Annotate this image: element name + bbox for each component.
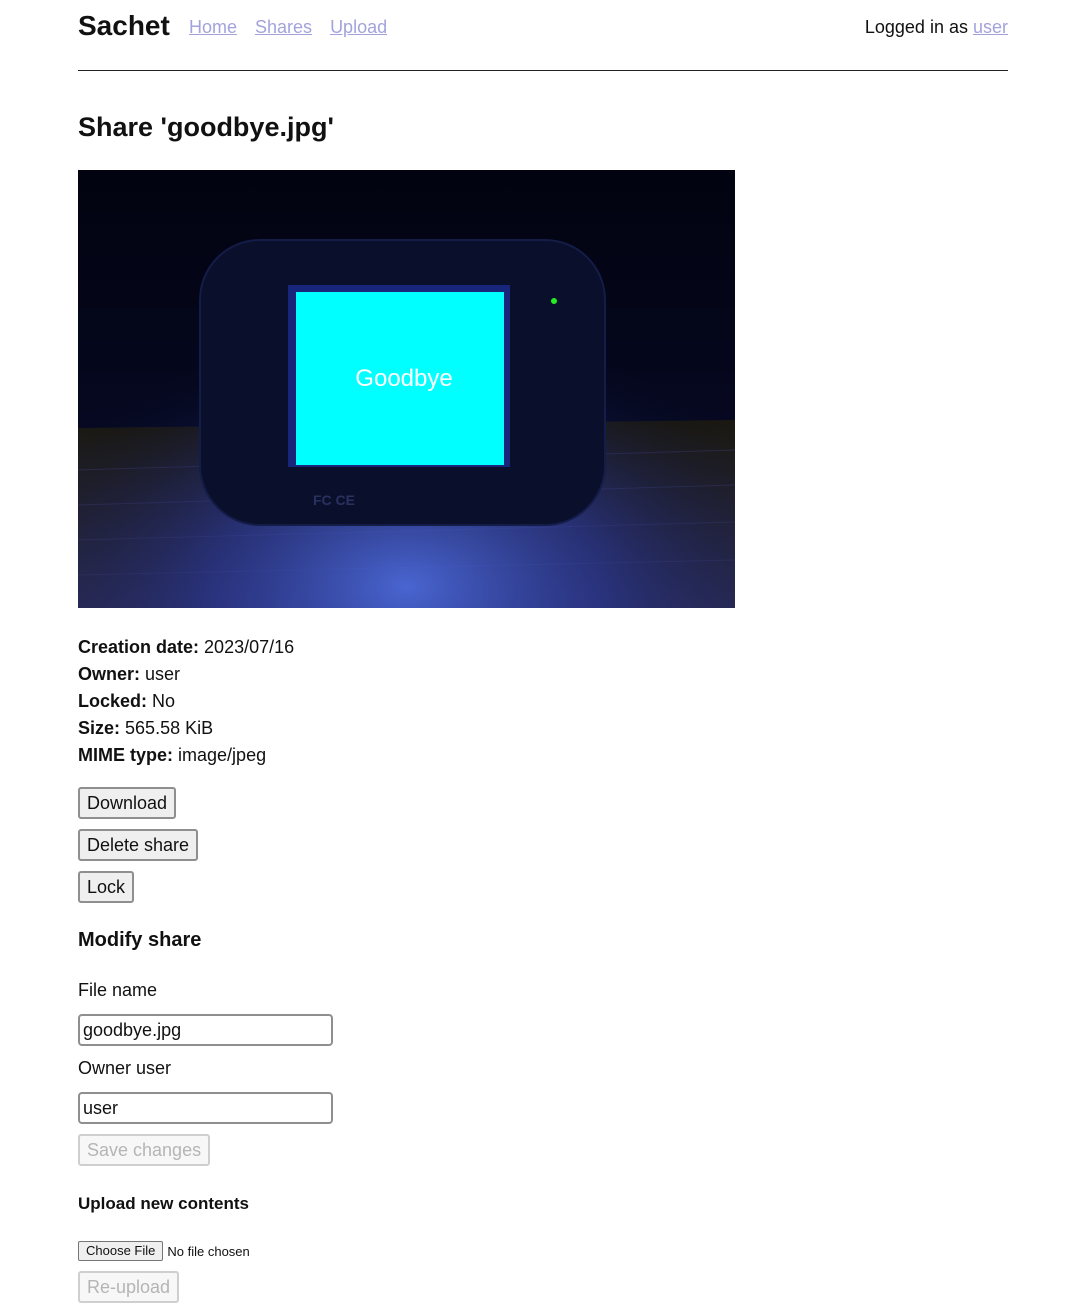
login-status: Logged in as user xyxy=(865,17,1008,38)
nav-shares-link[interactable]: Shares xyxy=(255,17,312,37)
creation-date-value: 2023/07/16 xyxy=(204,637,295,657)
share-preview-image: FC CE Goodbye xyxy=(78,170,735,608)
svg-text:FC CE: FC CE xyxy=(313,492,355,508)
page: Sachet Home Shares Upload Logged in as use… xyxy=(78,0,1008,1303)
brand-logo: Sachet xyxy=(78,10,170,41)
upload-new-contents-heading: Upload new contents xyxy=(78,1194,249,1213)
file-status-text: No file chosen xyxy=(167,1243,250,1259)
delete-share-button[interactable]: Delete share xyxy=(78,829,199,861)
locked-row: Locked: No xyxy=(78,691,176,711)
lock-button[interactable]: Lock xyxy=(78,871,135,903)
share-details: Creation date: 2023/07/16 Owner: user Lo… xyxy=(78,634,294,769)
download-button[interactable]: Download xyxy=(78,787,177,819)
main-nav: Home Shares Upload xyxy=(189,17,405,38)
creation-date-row: Creation date: 2023/07/16 xyxy=(78,637,295,657)
preview-screen-text: Goodbye xyxy=(355,365,452,392)
login-prefix: Logged in as xyxy=(864,17,968,37)
user-profile-link[interactable]: user xyxy=(973,17,1008,37)
owner-value: user xyxy=(145,664,181,684)
nav-home-link[interactable]: Home xyxy=(189,17,237,37)
top-bar: Sachet Home Shares Upload Logged in as use… xyxy=(78,0,1008,71)
re-upload-button[interactable]: Re-upload xyxy=(78,1271,180,1303)
nav-upload-link[interactable]: Upload xyxy=(330,17,387,37)
mime-type-value: image/jpeg xyxy=(178,745,267,765)
save-changes-button[interactable]: Save changes xyxy=(78,1134,211,1166)
file-name-input[interactable] xyxy=(78,1014,333,1046)
locked-value: No xyxy=(152,691,176,711)
owner-user-input[interactable] xyxy=(78,1092,333,1124)
modify-share-heading: Modify share xyxy=(78,929,202,951)
size-row: Size: 565.58 KiB xyxy=(78,718,214,738)
size-value: 565.58 KiB xyxy=(125,718,214,738)
mime-type-row: MIME type: image/jpeg xyxy=(78,745,267,765)
choose-file-button[interactable]: Choose File xyxy=(78,1241,164,1261)
file-name-label: File name xyxy=(78,980,158,1000)
owner-user-label: Owner user xyxy=(78,1058,172,1078)
page-title: Share 'goodbye.jpg' xyxy=(78,112,334,142)
owner-row: Owner: user xyxy=(78,664,181,684)
file-picker[interactable]: Choose File No file chosen xyxy=(78,1241,250,1261)
